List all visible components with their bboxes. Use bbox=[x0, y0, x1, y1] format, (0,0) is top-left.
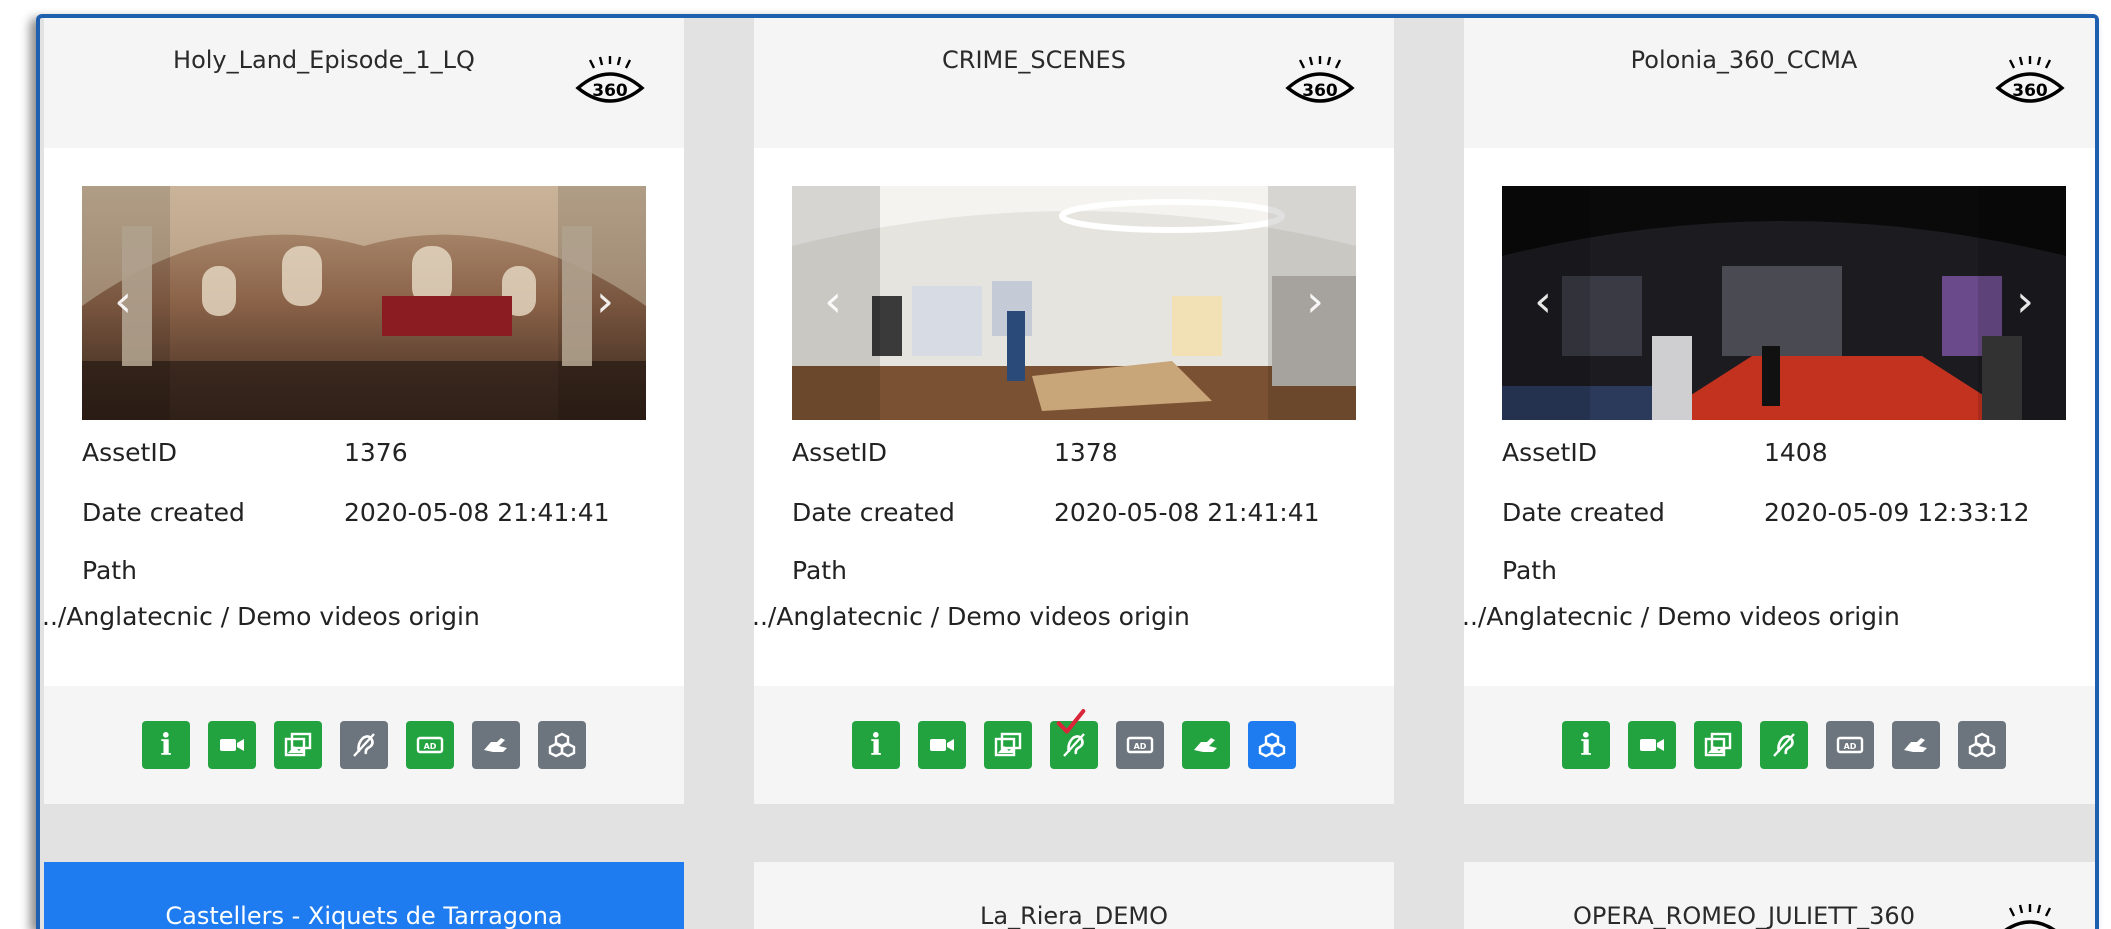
video-camera-button[interactable] bbox=[918, 721, 966, 769]
asset-card[interactable]: Polonia_360_CCMA 360 ‹ › AssetID 1408 Da… bbox=[1462, 18, 2095, 804]
sign-language-icon bbox=[1901, 730, 1931, 760]
audio-description-icon: AD bbox=[1835, 730, 1865, 760]
components-button[interactable] bbox=[1958, 721, 2006, 769]
components-icon bbox=[547, 730, 577, 760]
path-value: ../Anglatecnic / Demo videos origin bbox=[1462, 602, 1900, 631]
audio-description-icon: AD bbox=[415, 730, 445, 760]
sign-language-icon bbox=[1191, 730, 1221, 760]
components-icon bbox=[1967, 730, 1997, 760]
carousel-thumbnail[interactable]: ‹ › bbox=[792, 186, 1356, 420]
hearing-impaired-button[interactable] bbox=[1760, 721, 1808, 769]
asset-toolbar: i AD bbox=[44, 686, 684, 804]
audio-description-button[interactable]: AD bbox=[406, 721, 454, 769]
info-icon: i bbox=[870, 727, 882, 763]
gallery-icon bbox=[283, 730, 313, 760]
gallery-icon bbox=[1703, 730, 1733, 760]
date-created-label: Date created bbox=[792, 498, 955, 527]
audio-description-button[interactable]: AD bbox=[1826, 721, 1874, 769]
asset-id-label: AssetID bbox=[1502, 438, 1597, 467]
video-camera-button[interactable] bbox=[1628, 721, 1676, 769]
path-value: ../Anglatecnic / Demo videos origin bbox=[752, 602, 1190, 631]
asset-title: CRIME_SCENES bbox=[942, 46, 1126, 74]
hearing-impaired-icon bbox=[1769, 730, 1799, 760]
gallery-button[interactable] bbox=[984, 721, 1032, 769]
date-created-value: 2020-05-08 21:41:41 bbox=[344, 498, 610, 527]
asset-title: Holy_Land_Episode_1_LQ bbox=[173, 46, 475, 74]
asset-card-castellers[interactable]: Castellers - Xiquets de Tarragona bbox=[44, 862, 684, 929]
asset-id-label: AssetID bbox=[82, 438, 177, 467]
gallery-icon bbox=[993, 730, 1023, 760]
path-label: Path bbox=[792, 556, 847, 585]
asset-id-value: 1376 bbox=[344, 438, 408, 467]
info-button[interactable]: i bbox=[852, 721, 900, 769]
chevron-left-icon[interactable]: ‹ bbox=[816, 278, 850, 326]
components-button[interactable] bbox=[1248, 721, 1296, 769]
chevron-left-icon[interactable]: ‹ bbox=[1526, 278, 1560, 326]
date-created-label: Date created bbox=[1502, 498, 1665, 527]
asset-card[interactable]: CRIME_SCENES 360 ‹ › AssetID 1378 Date c… bbox=[752, 18, 1394, 804]
hearing-impaired-button[interactable] bbox=[1050, 709, 1098, 769]
path-label: Path bbox=[1502, 556, 1557, 585]
chevron-right-icon[interactable]: › bbox=[588, 278, 622, 326]
path-value: ../Anglatecnic / Demo videos origin bbox=[42, 602, 480, 631]
asset-title: OPERA_ROMEO_JULIETT_360 bbox=[1573, 902, 1915, 929]
hearing-impaired-icon bbox=[349, 730, 379, 760]
sign-language-button[interactable] bbox=[1892, 721, 1940, 769]
360-eye-icon: 360 bbox=[2004, 904, 2056, 929]
asset-card-opera[interactable]: OPERA_ROMEO_JULIETT_360 360 bbox=[1464, 862, 2095, 929]
video-camera-icon bbox=[927, 730, 957, 760]
hearing-impaired-button[interactable] bbox=[340, 721, 388, 769]
audio-description-icon: AD bbox=[1125, 730, 1155, 760]
asset-card[interactable]: Holy_Land_Episode_1_LQ 360 ‹ › AssetID 1… bbox=[42, 18, 684, 804]
info-button[interactable]: i bbox=[1562, 721, 1610, 769]
info-icon: i bbox=[160, 727, 172, 763]
asset-id-value: 1408 bbox=[1764, 438, 1828, 467]
asset-id-value: 1378 bbox=[1054, 438, 1118, 467]
360-eye-icon: 360 bbox=[1995, 56, 2065, 103]
asset-title: La_Riera_DEMO bbox=[979, 902, 1168, 929]
video-camera-icon bbox=[1637, 730, 1667, 760]
carousel-thumbnail[interactable]: ‹ › bbox=[1502, 186, 2066, 420]
asset-id-label: AssetID bbox=[792, 438, 887, 467]
components-icon bbox=[1257, 730, 1287, 760]
asset-toolbar: i AD bbox=[1464, 686, 2095, 804]
svg-text:360: 360 bbox=[1302, 81, 1338, 101]
asset-card-la-riera[interactable]: La_Riera_DEMO bbox=[754, 862, 1394, 929]
chevron-right-icon[interactable]: › bbox=[1298, 278, 1332, 326]
carousel-thumbnail[interactable]: ‹ › bbox=[82, 186, 646, 420]
gallery-button[interactable] bbox=[274, 721, 322, 769]
svg-text:360: 360 bbox=[2012, 81, 2048, 101]
svg-text:AD: AD bbox=[424, 742, 437, 751]
date-created-value: 2020-05-08 21:41:41 bbox=[1054, 498, 1320, 527]
path-label: Path bbox=[82, 556, 137, 585]
asset-title: Castellers - Xiquets de Tarragona bbox=[165, 902, 563, 929]
checkmark-icon bbox=[1056, 709, 1086, 734]
360-eye-icon: 360 bbox=[575, 56, 645, 103]
gallery-button[interactable] bbox=[1694, 721, 1742, 769]
card-header: Holy_Land_Episode_1_LQ 360 bbox=[44, 18, 684, 148]
video-camera-button[interactable] bbox=[208, 721, 256, 769]
date-created-value: 2020-05-09 12:33:12 bbox=[1764, 498, 2030, 527]
audio-description-button[interactable]: AD bbox=[1116, 721, 1164, 769]
info-icon: i bbox=[1580, 727, 1592, 763]
sign-language-button[interactable] bbox=[472, 721, 520, 769]
asset-title: Polonia_360_CCMA bbox=[1630, 46, 1858, 74]
date-created-label: Date created bbox=[82, 498, 245, 527]
video-camera-icon bbox=[217, 730, 247, 760]
sign-language-icon bbox=[481, 730, 511, 760]
sign-language-button[interactable] bbox=[1182, 721, 1230, 769]
svg-text:AD: AD bbox=[1844, 742, 1857, 751]
card-header: CRIME_SCENES 360 bbox=[754, 18, 1394, 148]
info-button[interactable]: i bbox=[142, 721, 190, 769]
svg-text:360: 360 bbox=[592, 81, 628, 101]
svg-text:AD: AD bbox=[1134, 742, 1147, 751]
asset-grid: Holy_Land_Episode_1_LQ 360 ‹ › AssetID 1… bbox=[36, 14, 2099, 929]
360-eye-icon: 360 bbox=[1285, 56, 1355, 103]
chevron-right-icon[interactable]: › bbox=[2008, 278, 2042, 326]
card-header: Polonia_360_CCMA 360 bbox=[1464, 18, 2095, 148]
components-button[interactable] bbox=[538, 721, 586, 769]
chevron-left-icon[interactable]: ‹ bbox=[106, 278, 140, 326]
asset-toolbar: i AD bbox=[754, 686, 1394, 804]
